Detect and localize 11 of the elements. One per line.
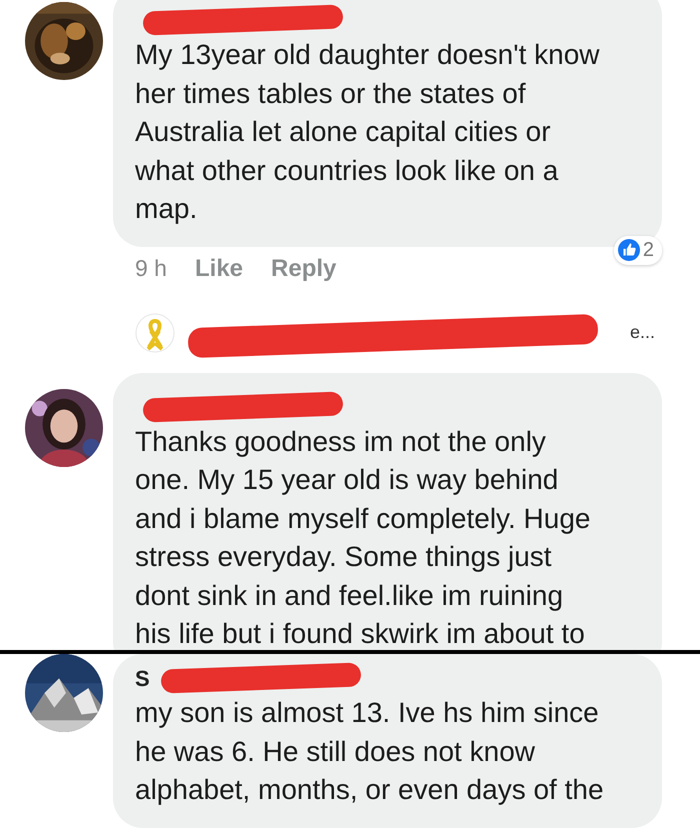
- reply-button[interactable]: Reply: [271, 254, 336, 282]
- timestamp: 9 h: [135, 254, 167, 282]
- reply-preview-text[interactable]: e...: [630, 322, 656, 343]
- like-button[interactable]: Like: [194, 254, 244, 282]
- thumbs-up-icon: [618, 239, 640, 261]
- ribbon-icon[interactable]: [135, 312, 175, 352]
- comment-text: my son is almost 13. Ive hs him since he was 6. He still does not know alphabet, months, or even days of the: [135, 696, 605, 807]
- reaction-count[interactable]: 2: [614, 236, 662, 264]
- comment-text: Thanks goodness im not the only one. My 15 year old is way behind and i blame myself completely. Huge stress everyday. Some things just dont sink in and feel.like im ruining his life but i found skwirk im about to: [135, 424, 592, 650]
- author-name[interactable]: S: [135, 666, 150, 691]
- comment-text: My 13year old daughter doesn't know her times tables or the states of Australia let alone capital cities or what other countries look like on a map.: [135, 38, 601, 226]
